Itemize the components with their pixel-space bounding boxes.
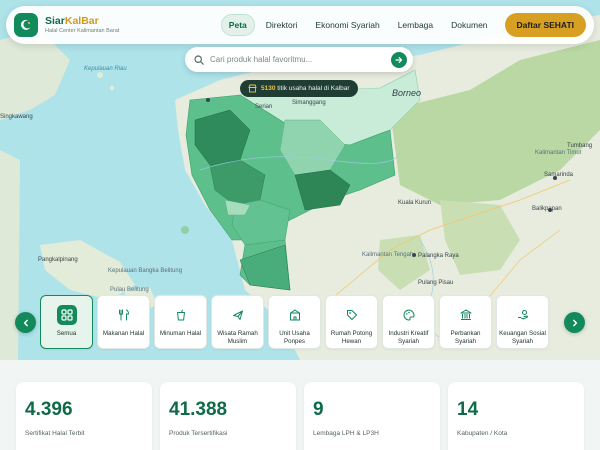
search-submit-button[interactable] [391, 51, 407, 68]
store-icon [248, 84, 257, 93]
category-label: Keuangan Sosial Syariah [499, 330, 546, 345]
map-label-pulang-pisau: Pulang Pisau [418, 280, 454, 286]
map-label-palangka-raya: Palangka Raya [418, 253, 459, 259]
map-label-tumbang: Tumbang [567, 143, 593, 149]
stats-section: 4.396 Sertifikat Halal Terbit 41.388 Pro… [0, 360, 600, 450]
nav-item-lembaga[interactable]: Lembaga [391, 15, 440, 35]
map-label-kuala-kurun: Kuala Kurun [398, 200, 432, 206]
map-label-simanggang: Simanggang [292, 100, 326, 106]
category-label: Wisata Ramah Muslim [217, 330, 258, 345]
land-island [110, 86, 114, 90]
plane-icon [228, 305, 248, 325]
map-label-pangkalpinang: Pangkalpinang [38, 257, 78, 263]
stat-value: 14 [457, 399, 479, 420]
logo-icon[interactable] [14, 13, 38, 37]
search-bar [185, 47, 413, 72]
carousel-prev-button[interactable] [15, 312, 36, 333]
category-label: Minuman Halal [159, 330, 202, 337]
grid-icon [56, 305, 77, 325]
category-rumah-potong-hewan[interactable]: Rumah Potong Hewan [325, 295, 378, 349]
map-label-borneo: Borneo [392, 88, 422, 98]
stat-value: 4.396 [25, 399, 73, 420]
map-label-bangka: Kepulauan Bangka Belitung [108, 268, 183, 274]
halal-points-text: 5130 titik usaha halal di Kalbar [261, 85, 350, 92]
city-dot-singkawang [206, 98, 210, 102]
nav-item-dokumen[interactable]: Dokumen [444, 15, 494, 35]
stat-card-lembaga: 9 Lembaga LPH & LP3H [304, 382, 440, 450]
search-input[interactable] [210, 55, 391, 64]
main-nav: Peta Direktori Ekonomi Syariah Lembaga D… [220, 14, 495, 36]
map-label-balikpapan: Balikpapan [532, 206, 562, 212]
carousel-next-button[interactable] [564, 312, 585, 333]
land-island [97, 72, 103, 78]
category-label: Industri Kreatif Syariah [388, 330, 429, 345]
category-wisata-ramah-muslim[interactable]: Wisata Ramah Muslim [211, 295, 264, 349]
stat-value: 41.388 [169, 399, 228, 420]
nav-item-peta[interactable]: Peta [220, 14, 255, 36]
nav-item-ekonomi-syariah[interactable]: Ekonomi Syariah [308, 15, 386, 35]
building-icon [285, 305, 305, 325]
stat-card-produk: 41.388 Produk Tersertifikasi [160, 382, 296, 450]
hand-coin-icon [513, 305, 533, 325]
category-keuangan-sosial-syariah[interactable]: Keuangan Sosial Syariah [496, 295, 549, 349]
category-label: Unit Usaha Ponpes [279, 330, 310, 345]
stat-value: 9 [313, 399, 324, 420]
chevron-right-icon [572, 319, 577, 326]
stat-caption: Sertifikat Halal Terbit [25, 430, 85, 437]
arrow-right-icon [395, 56, 403, 63]
category-carousel: Semua Makanan Halal Minuman Halal Wisata… [0, 292, 600, 354]
map-label-kep-riau: Kepulauan Riau [84, 66, 127, 72]
map-label-serian: Serian [255, 104, 273, 110]
category-minuman-halal[interactable]: Minuman Halal [154, 295, 207, 349]
category-label: Rumah Potong Hewan [330, 330, 373, 345]
category-perbankan-syariah[interactable]: Perbankan Syariah [439, 295, 492, 349]
stat-caption: Produk Tersertifikasi [169, 430, 228, 437]
stat-card-sertifikat: 4.396 Sertifikat Halal Terbit [16, 382, 152, 450]
category-label: Perbankan Syariah [450, 330, 481, 345]
map-label-kalimantan-timur: Kalimantan Timur [535, 150, 582, 156]
brand-title: SiarKalBar [45, 15, 99, 27]
bank-icon [456, 305, 476, 325]
brand[interactable]: SiarKalBar Halal Center Kalimantan Barat [45, 16, 119, 34]
map-label-kalimantan-tengah: Kalimantan Tengah [362, 252, 414, 258]
category-label: Makanan Halal [102, 330, 145, 337]
category-makanan-halal[interactable]: Makanan Halal [97, 295, 150, 349]
cup-icon [171, 305, 191, 325]
category-semua[interactable]: Semua [40, 295, 93, 349]
category-list: Semua Makanan Halal Minuman Halal Wisata… [40, 295, 560, 351]
map-label-singkawang: Singkawang [0, 114, 33, 120]
palette-icon [399, 305, 419, 325]
top-navbar: SiarKalBar Halal Center Kalimantan Barat… [6, 6, 594, 44]
halal-points-badge: 5130 titik usaha halal di Kalbar [240, 80, 358, 97]
land-island [181, 226, 189, 234]
category-unit-usaha-ponpes[interactable]: Unit Usaha Ponpes [268, 295, 321, 349]
utensils-icon [114, 305, 134, 325]
stat-card-kabupaten: 14 Kabupaten / Kota [448, 382, 584, 450]
category-industri-kreatif-syariah[interactable]: Industri Kreatif Syariah [382, 295, 435, 349]
map-label-samarinda: Samarinda [544, 172, 574, 178]
brand-subtitle: Halal Center Kalimantan Barat [45, 27, 120, 34]
stat-caption: Kabupaten / Kota [457, 430, 508, 437]
chevron-left-icon [23, 319, 28, 326]
nav-item-direktori[interactable]: Direktori [259, 15, 305, 35]
stat-caption: Lembaga LPH & LP3H [313, 430, 379, 437]
search-icon [194, 54, 204, 65]
category-label: Semua [56, 330, 77, 337]
tag-icon [342, 305, 362, 325]
daftar-sehati-button[interactable]: Daftar SEHATI [504, 13, 586, 37]
